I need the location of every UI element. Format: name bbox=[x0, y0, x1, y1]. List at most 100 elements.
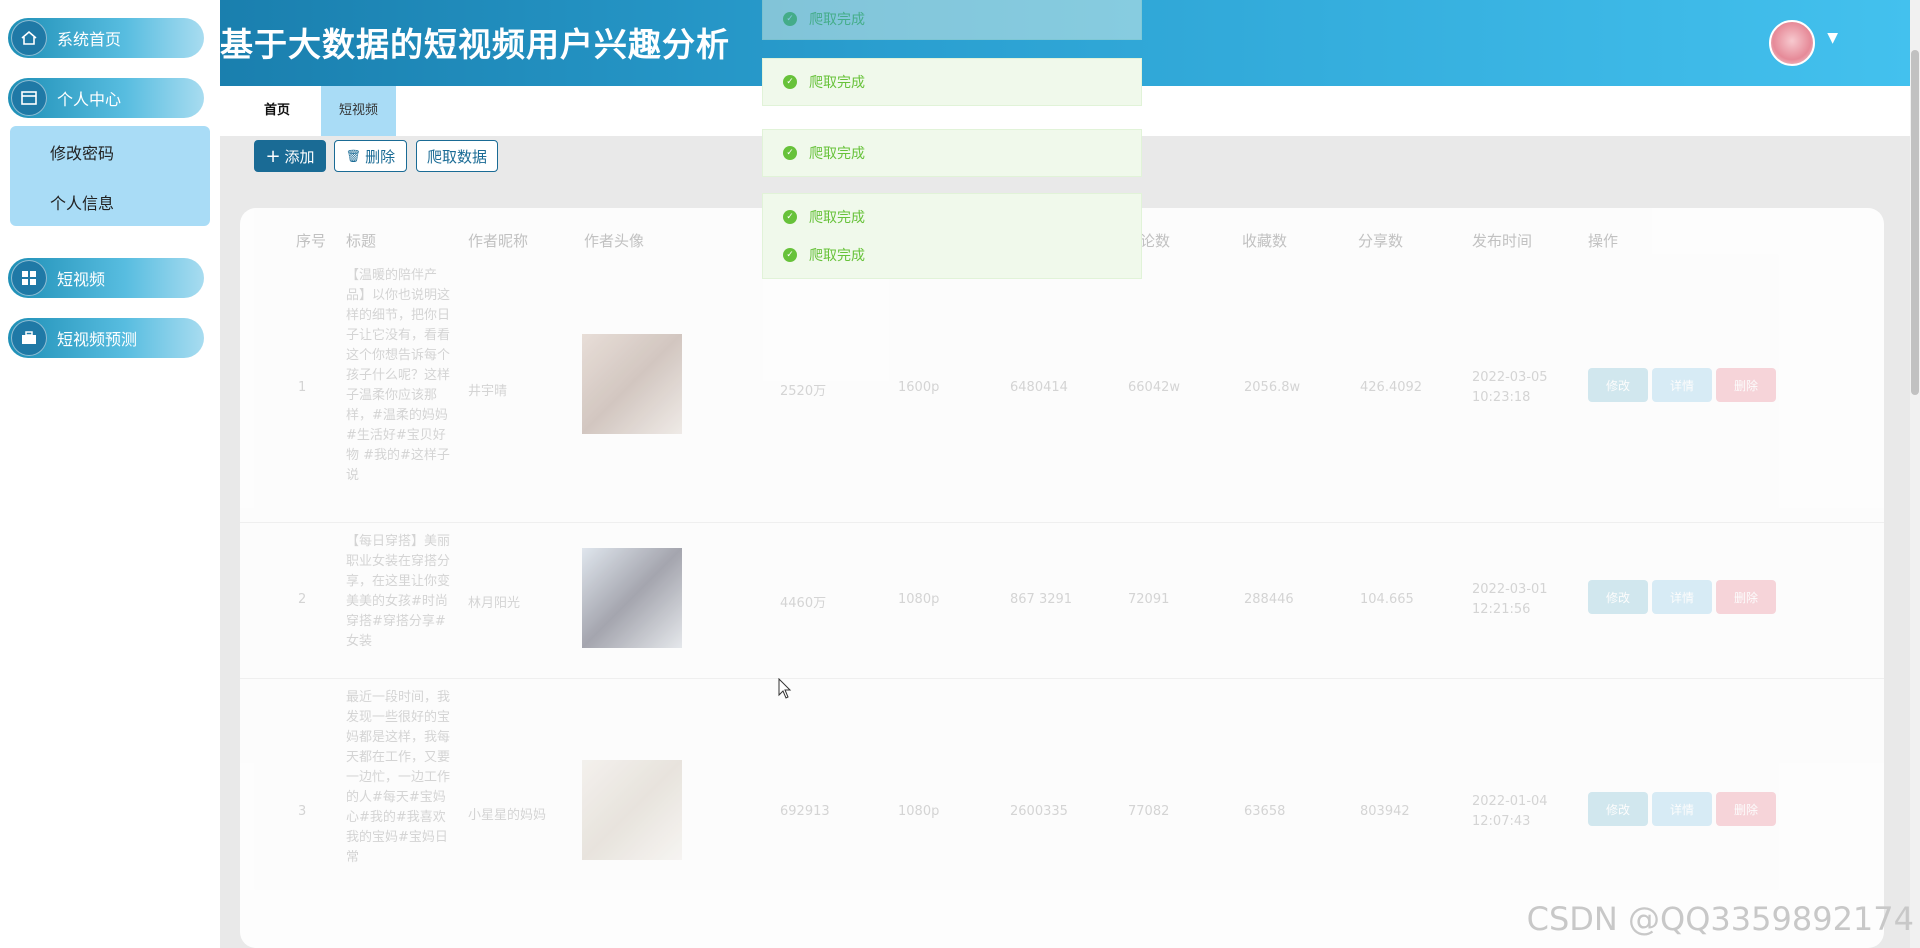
check-circle-icon: ✓ bbox=[783, 146, 797, 160]
briefcase-icon bbox=[11, 320, 47, 356]
th-index: 序号 bbox=[296, 232, 327, 250]
sidebar-item-personal-center[interactable]: 个人中心 bbox=[8, 78, 204, 118]
cell-title: 【温暖的陪伴产品】以你也说明这样的细节，把你日子让它没有，看看这个你想告诉每个孩… bbox=[346, 268, 451, 483]
cell-value: 1080p bbox=[898, 804, 940, 819]
toast-line: ✓ 爬取完成 bbox=[763, 236, 865, 274]
cell-title: 【每日穿搭】美丽职业女装在穿搭分享，在这里让你变美美的女孩#时尚穿搭#穿搭分享#… bbox=[346, 534, 451, 649]
cell-author: 小星星的妈妈 bbox=[468, 808, 547, 823]
sidebar-item-label: 短视频预测 bbox=[57, 330, 138, 349]
th-avatar: 作者头像 bbox=[584, 232, 645, 250]
row-delete-button[interactable]: 删除 bbox=[1716, 580, 1776, 614]
cell-value: 1600p bbox=[898, 380, 940, 395]
add-button[interactable]: + 添加 bbox=[254, 140, 326, 172]
sidebar-item-home[interactable]: 系统首页 bbox=[8, 18, 204, 58]
cell-index: 3 bbox=[298, 804, 307, 819]
sidebar-item-label: 短视频 bbox=[57, 270, 106, 289]
edit-button[interactable]: 修改 bbox=[1588, 580, 1648, 614]
cell-index: 2 bbox=[298, 592, 307, 607]
toast-text: 爬取完成 bbox=[809, 12, 865, 28]
check-circle-icon: ✓ bbox=[783, 12, 797, 26]
toast-message: ✓ 爬取完成 bbox=[762, 0, 1142, 40]
cell-value: 2520万 bbox=[780, 384, 827, 399]
vertical-scrollbar[interactable] bbox=[1910, 0, 1920, 948]
toast-message: ✓ 爬取完成 ✓ 爬取完成 bbox=[762, 193, 1142, 279]
data-table: 序号 标题 作者昵称 作者头像 论数 收藏数 分享数 发布时间 操作 1 【温暖… bbox=[240, 208, 1884, 948]
cell-publish-time: 2022-03-01 12:21:56 bbox=[1472, 582, 1548, 617]
cell-publish-time: 2022-03-05 10:23:18 bbox=[1472, 370, 1548, 405]
th-author: 作者昵称 bbox=[468, 232, 529, 250]
grid-icon bbox=[11, 260, 47, 296]
detail-button[interactable]: 详情 bbox=[1652, 580, 1712, 614]
cell-author: 林月阳光 bbox=[468, 596, 521, 611]
toast-line: ✓ 爬取完成 bbox=[763, 198, 865, 236]
trash-icon: 🗑 bbox=[345, 149, 362, 163]
cell-value: 6480414 bbox=[1010, 380, 1068, 395]
th-publish-time: 发布时间 bbox=[1472, 232, 1533, 250]
cell-value: 692913 bbox=[780, 804, 830, 819]
sidebar-item-label: 个人中心 bbox=[57, 90, 122, 109]
tab-home[interactable]: 首页 bbox=[246, 86, 308, 136]
scrollbar-thumb[interactable] bbox=[1911, 50, 1919, 395]
th-favorites: 收藏数 bbox=[1242, 232, 1288, 250]
detail-button[interactable]: 详情 bbox=[1652, 792, 1712, 826]
row-delete-button[interactable]: 删除 bbox=[1716, 368, 1776, 402]
personal-center-submenu: 修改密码 个人信息 bbox=[10, 126, 210, 226]
home-icon bbox=[11, 20, 47, 56]
table-row: 1 【温暖的陪伴产品】以你也说明这样的细节，把你日子让它没有，看看这个你想告诉每… bbox=[240, 258, 1884, 523]
cell-index: 1 bbox=[298, 380, 307, 395]
cell-publish-time: 2022-01-04 12:07:43 bbox=[1472, 794, 1548, 829]
cell-favorites: 63658 bbox=[1244, 804, 1286, 819]
cell-value: 2600335 bbox=[1010, 804, 1068, 819]
delete-button[interactable]: 🗑 删除 bbox=[334, 140, 407, 172]
cell-comments: 77082 bbox=[1128, 804, 1170, 819]
chevron-down-icon[interactable]: ▼ bbox=[1827, 30, 1838, 46]
check-circle-icon: ✓ bbox=[783, 210, 797, 224]
delete-button-label: 删除 bbox=[365, 147, 396, 166]
row-delete-button[interactable]: 删除 bbox=[1716, 792, 1776, 826]
watermark: CSDN @QQ3359892174 bbox=[1526, 900, 1914, 938]
toast-text: 爬取完成 bbox=[809, 75, 865, 91]
sidebar-item-short-video-prediction[interactable]: 短视频预测 bbox=[8, 318, 204, 358]
check-circle-icon: ✓ bbox=[783, 248, 797, 262]
cell-shares: 426.4092 bbox=[1360, 380, 1423, 395]
toast-text: 爬取完成 bbox=[809, 210, 865, 226]
crawl-data-button[interactable]: 爬取数据 bbox=[416, 140, 498, 172]
plus-icon: + bbox=[265, 145, 281, 167]
edit-button[interactable]: 修改 bbox=[1588, 368, 1648, 402]
toast-message: ✓ 爬取完成 bbox=[762, 58, 1142, 106]
submenu-item-change-password[interactable]: 修改密码 bbox=[50, 140, 114, 164]
cell-shares: 803942 bbox=[1360, 804, 1410, 819]
cell-favorites: 288446 bbox=[1244, 592, 1294, 607]
author-avatar-image bbox=[582, 548, 682, 648]
cell-comments: 66042w bbox=[1128, 380, 1180, 395]
th-comments: 论数 bbox=[1140, 232, 1171, 250]
cell-value: 1080p bbox=[898, 592, 940, 607]
mouse-cursor-icon bbox=[778, 678, 792, 699]
th-shares: 分享数 bbox=[1358, 232, 1404, 250]
page-title: 基于大数据的短视频用户兴趣分析 bbox=[220, 25, 730, 64]
cell-author: 井宇晴 bbox=[468, 384, 508, 399]
cell-comments: 72091 bbox=[1128, 592, 1170, 607]
submenu-item-personal-info[interactable]: 个人信息 bbox=[50, 190, 114, 214]
cell-value: 867 3291 bbox=[1010, 592, 1073, 607]
author-avatar-image bbox=[582, 334, 682, 434]
cell-title: 最近一段时间，我发现一些很好的宝妈都是这样，我每天都在工作，又要一边忙，一边工作… bbox=[346, 690, 451, 865]
author-avatar-image bbox=[582, 760, 682, 860]
sidebar-item-label: 系统首页 bbox=[57, 30, 122, 49]
detail-button[interactable]: 详情 bbox=[1652, 368, 1712, 402]
sidebar: 系统首页 个人中心 修改密码 个人信息 短视频 短视频预测 bbox=[0, 0, 220, 948]
toast-text: 爬取完成 bbox=[809, 146, 865, 162]
add-button-label: 添加 bbox=[284, 147, 315, 166]
th-operations: 操作 bbox=[1588, 232, 1619, 250]
check-circle-icon: ✓ bbox=[783, 75, 797, 89]
toast-message: ✓ 爬取完成 bbox=[762, 129, 1142, 177]
th-title: 标题 bbox=[346, 232, 377, 250]
edit-button[interactable]: 修改 bbox=[1588, 792, 1648, 826]
sidebar-item-short-video[interactable]: 短视频 bbox=[8, 258, 204, 298]
toast-text: 爬取完成 bbox=[809, 248, 865, 264]
cell-favorites: 2056.8w bbox=[1244, 380, 1301, 395]
table-row: 2 【每日穿搭】美丽职业女装在穿搭分享，在这里让你变美美的女孩#时尚穿搭#穿搭分… bbox=[240, 524, 1884, 679]
cell-value: 4460万 bbox=[780, 596, 827, 611]
avatar[interactable] bbox=[1769, 20, 1815, 66]
tab-short-video[interactable]: 短视频 bbox=[321, 86, 397, 136]
